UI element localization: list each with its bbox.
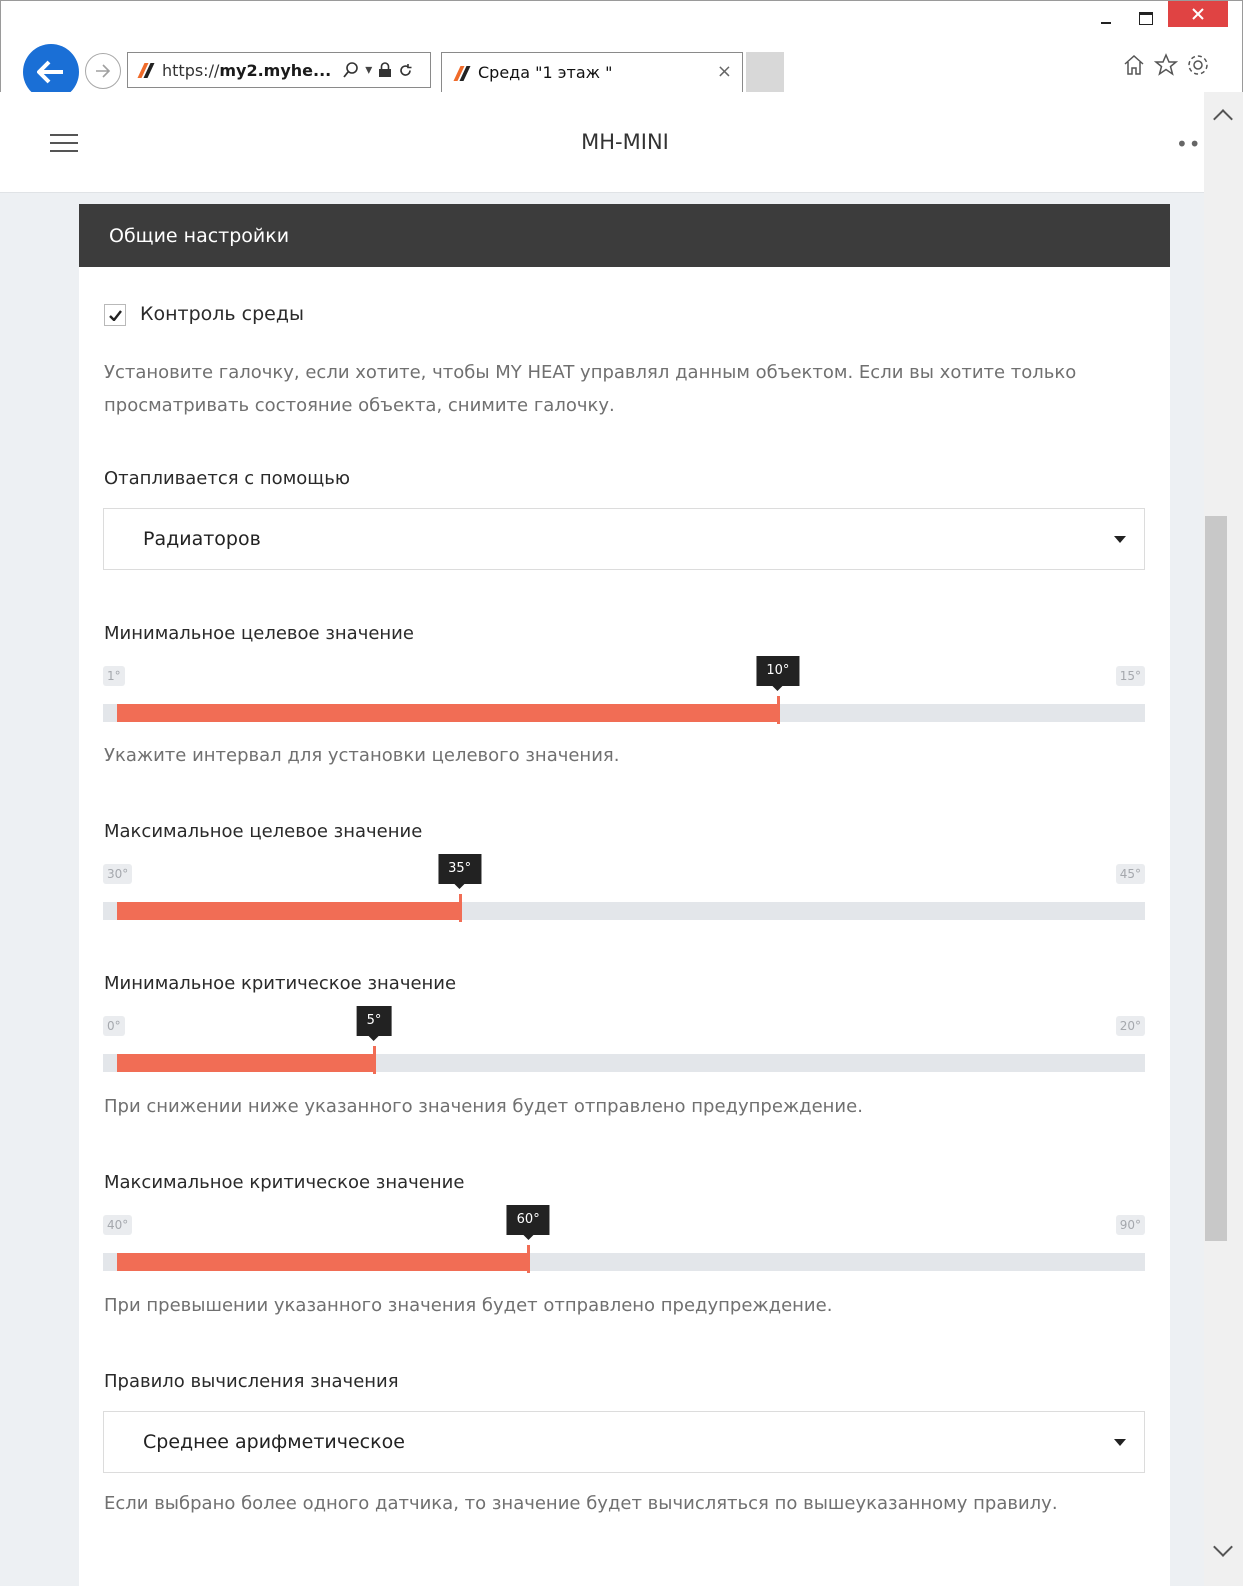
more-options-icon[interactable]: ••• bbox=[1176, 132, 1204, 156]
scroll-up-icon[interactable] bbox=[1213, 109, 1233, 129]
control-checkbox-label[interactable]: Контроль среды bbox=[140, 303, 304, 325]
page-scrollbar[interactable] bbox=[1204, 92, 1243, 1586]
home-icon[interactable] bbox=[1122, 53, 1146, 77]
heating-label: Отапливается с помощью bbox=[104, 468, 351, 489]
slider-min-critical-help: При снижении ниже указанного значения бу… bbox=[104, 1096, 863, 1117]
slider-min-target-help: Укажите интервал для установки целевого … bbox=[104, 745, 620, 766]
select-caret-icon bbox=[1114, 536, 1126, 543]
scroll-down-icon[interactable] bbox=[1213, 1537, 1233, 1557]
select-caret-icon bbox=[1114, 1439, 1126, 1446]
slider-max-target[interactable]: 30° 45° 35° bbox=[103, 854, 1145, 944]
dropdown-caret-icon[interactable]: ▾ bbox=[365, 62, 372, 78]
tab-title: Среда "1 этаж " bbox=[478, 63, 613, 82]
control-help-text: Установите галочку, если хотите, чтобы M… bbox=[104, 362, 1077, 416]
slider-handle[interactable] bbox=[776, 696, 780, 724]
slider-handle[interactable] bbox=[458, 894, 462, 922]
slider-max-critical-label: Максимальное критическое значение bbox=[104, 1172, 465, 1193]
slider-max-critical-help: При превышении указанного значения будет… bbox=[104, 1295, 833, 1316]
arrow-right-icon bbox=[96, 64, 111, 78]
control-checkbox[interactable] bbox=[104, 304, 126, 326]
slider-max-target-label: Максимальное целевое значение bbox=[104, 821, 423, 842]
minimize-icon bbox=[1101, 22, 1111, 24]
slider-max-label: 90° bbox=[1115, 1215, 1145, 1235]
slider-min-target[interactable]: 1° 15° 10° bbox=[103, 656, 1145, 746]
settings-card: Общие настройки Контроль среды Установит… bbox=[79, 204, 1170, 1586]
slider-min-label: 0° bbox=[103, 1016, 125, 1036]
heating-select-value: Радиаторов bbox=[143, 528, 261, 550]
slider-max-critical[interactable]: 40° 90° 60° bbox=[103, 1205, 1145, 1295]
app-header: MH-MINI ••• bbox=[0, 92, 1204, 193]
site-favicon-icon bbox=[136, 63, 154, 77]
close-icon bbox=[1192, 8, 1204, 20]
close-window-button[interactable] bbox=[1168, 1, 1228, 27]
calc-rule-help: Если выбрано более одного датчика, то зн… bbox=[104, 1493, 1058, 1514]
slider-fill bbox=[117, 704, 778, 722]
slider-value-tooltip: 5° bbox=[356, 1006, 392, 1041]
app-title: MH-MINI bbox=[581, 130, 669, 154]
refresh-icon[interactable] bbox=[398, 63, 413, 78]
maximize-button[interactable] bbox=[1126, 1, 1166, 35]
search-icon[interactable] bbox=[343, 62, 359, 78]
arrow-left-icon bbox=[37, 60, 63, 84]
slider-max-label: 45° bbox=[1115, 864, 1145, 884]
url-prefix: https:// bbox=[162, 60, 220, 80]
page-viewport: MH-MINI ••• Общие настройки Контроль сре… bbox=[0, 92, 1204, 1586]
minimize-button[interactable] bbox=[1086, 1, 1126, 35]
tab-close-icon[interactable]: × bbox=[717, 61, 732, 82]
browser-tab[interactable]: Среда "1 этаж " × bbox=[441, 52, 743, 92]
slider-min-target-label: Минимальное целевое значение bbox=[104, 623, 414, 644]
address-bar[interactable]: https://my2.myhe... ▾ bbox=[127, 52, 431, 88]
slider-value-tooltip: 60° bbox=[506, 1205, 550, 1240]
slider-fill bbox=[117, 1253, 529, 1271]
slider-value-tooltip: 10° bbox=[756, 656, 800, 691]
slider-fill bbox=[117, 1054, 374, 1072]
slider-min-critical[interactable]: 0° 20° 5° bbox=[103, 1006, 1145, 1096]
calc-rule-select-value: Среднее арифметическое bbox=[143, 1431, 405, 1453]
calc-rule-label: Правило вычисления значения bbox=[104, 1371, 399, 1392]
new-tab-button[interactable] bbox=[746, 52, 784, 92]
slider-max-label: 20° bbox=[1115, 1016, 1145, 1036]
calc-rule-select[interactable]: Среднее арифметическое bbox=[103, 1411, 1145, 1473]
forward-button[interactable] bbox=[85, 53, 121, 89]
heating-select[interactable]: Радиаторов bbox=[103, 508, 1145, 570]
slider-min-label: 1° bbox=[103, 666, 125, 686]
scroll-thumb[interactable] bbox=[1205, 516, 1227, 1241]
maximize-icon bbox=[1139, 11, 1153, 25]
settings-gear-icon[interactable] bbox=[1186, 53, 1210, 77]
slider-value-tooltip: 35° bbox=[438, 854, 482, 889]
favorites-star-icon[interactable] bbox=[1154, 53, 1178, 77]
slider-min-critical-label: Минимальное критическое значение bbox=[104, 973, 457, 994]
slider-handle[interactable] bbox=[373, 1046, 376, 1074]
checkmark-icon bbox=[108, 309, 122, 321]
slider-min-label: 40° bbox=[103, 1215, 133, 1235]
slider-min-label: 30° bbox=[103, 864, 133, 884]
tab-favicon-icon bbox=[452, 66, 470, 80]
slider-fill bbox=[117, 902, 460, 920]
slider-handle[interactable] bbox=[527, 1245, 531, 1273]
slider-max-label: 15° bbox=[1115, 666, 1145, 686]
url-domain: my2.myhe... bbox=[219, 60, 332, 80]
lock-icon[interactable] bbox=[378, 62, 392, 78]
section-header: Общие настройки bbox=[79, 204, 1170, 267]
